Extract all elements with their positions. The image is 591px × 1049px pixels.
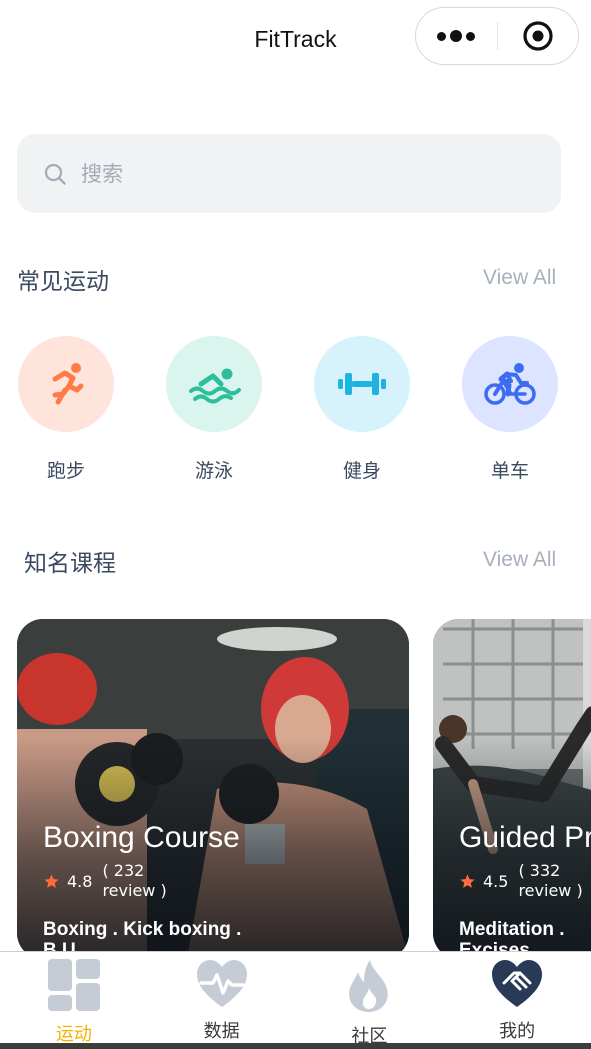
tab-profile[interactable]: 我的 — [443, 952, 591, 1043]
handshake-heart-icon — [492, 959, 543, 1007]
swimming-icon — [189, 368, 241, 404]
sport-item-running[interactable]: 跑步 — [16, 336, 116, 483]
tab-bar: 运动 数据 社区 我的 — [0, 951, 591, 1047]
sport-label: 游泳 — [194, 460, 233, 482]
more-button[interactable] — [416, 8, 497, 64]
rating-value: 4.5 — [483, 871, 509, 891]
cycling-icon — [484, 363, 536, 405]
search-bar[interactable] — [17, 134, 561, 213]
star-icon — [44, 873, 59, 888]
star-icon — [460, 873, 475, 888]
target-icon — [523, 21, 553, 51]
tab-sports[interactable]: 运动 — [0, 952, 148, 1045]
tab-label: 我的 — [499, 1021, 536, 1042]
sports-view-all-link[interactable]: View All — [483, 266, 556, 290]
search-input[interactable] — [81, 161, 501, 186]
grid-icon — [47, 959, 100, 1011]
sport-item-fitness[interactable]: 健身 — [312, 336, 412, 483]
sport-item-swimming[interactable]: 游泳 — [164, 336, 264, 483]
mini-program-capsule — [415, 7, 579, 65]
close-button[interactable] — [498, 8, 579, 64]
sport-icon-circle — [18, 336, 114, 432]
tab-community[interactable]: 社区 — [296, 952, 444, 1047]
sport-label: 单车 — [490, 460, 529, 482]
review-count: ( 332 review ) — [518, 861, 583, 900]
tab-data[interactable]: 数据 — [148, 952, 296, 1043]
more-dots-icon — [437, 30, 476, 42]
course-card[interactable]: Boxing Course 4.8 ( 232 review ) Boxing … — [17, 619, 409, 959]
review-count: ( 232 review ) — [102, 861, 167, 900]
sport-label: 健身 — [342, 460, 381, 482]
dumbbell-icon — [338, 373, 386, 395]
sport-icon-circle — [462, 336, 558, 432]
course-card[interactable]: Guided Pr 4.5 ( 332 review ) Meditation … — [433, 619, 591, 959]
app-screen: FitTrack 常见运动 View All — [0, 0, 591, 1049]
rating-value: 4.8 — [67, 871, 93, 891]
tab-label: 数据 — [203, 1021, 240, 1042]
sport-icon-circle — [314, 336, 410, 432]
flame-icon — [349, 960, 389, 1012]
courses-view-all-link[interactable]: View All — [483, 548, 556, 572]
running-icon — [52, 363, 84, 405]
sport-label: 跑步 — [46, 460, 85, 482]
nav-bar: FitTrack — [0, 0, 591, 82]
sport-item-cycling[interactable]: 单车 — [460, 336, 560, 483]
sports-section-title: 常见运动 — [17, 269, 109, 295]
courses-section-title: 知名课程 — [24, 551, 116, 577]
heart-pulse-icon — [196, 959, 247, 1007]
search-icon — [44, 163, 66, 185]
course-rating: 4.5 ( 332 review ) — [459, 861, 591, 901]
sport-icon-circle — [166, 336, 262, 432]
course-title: Boxing Course — [43, 821, 240, 854]
course-rating: 4.8 ( 232 review ) — [43, 861, 182, 901]
course-title: Guided Pr — [459, 821, 591, 854]
